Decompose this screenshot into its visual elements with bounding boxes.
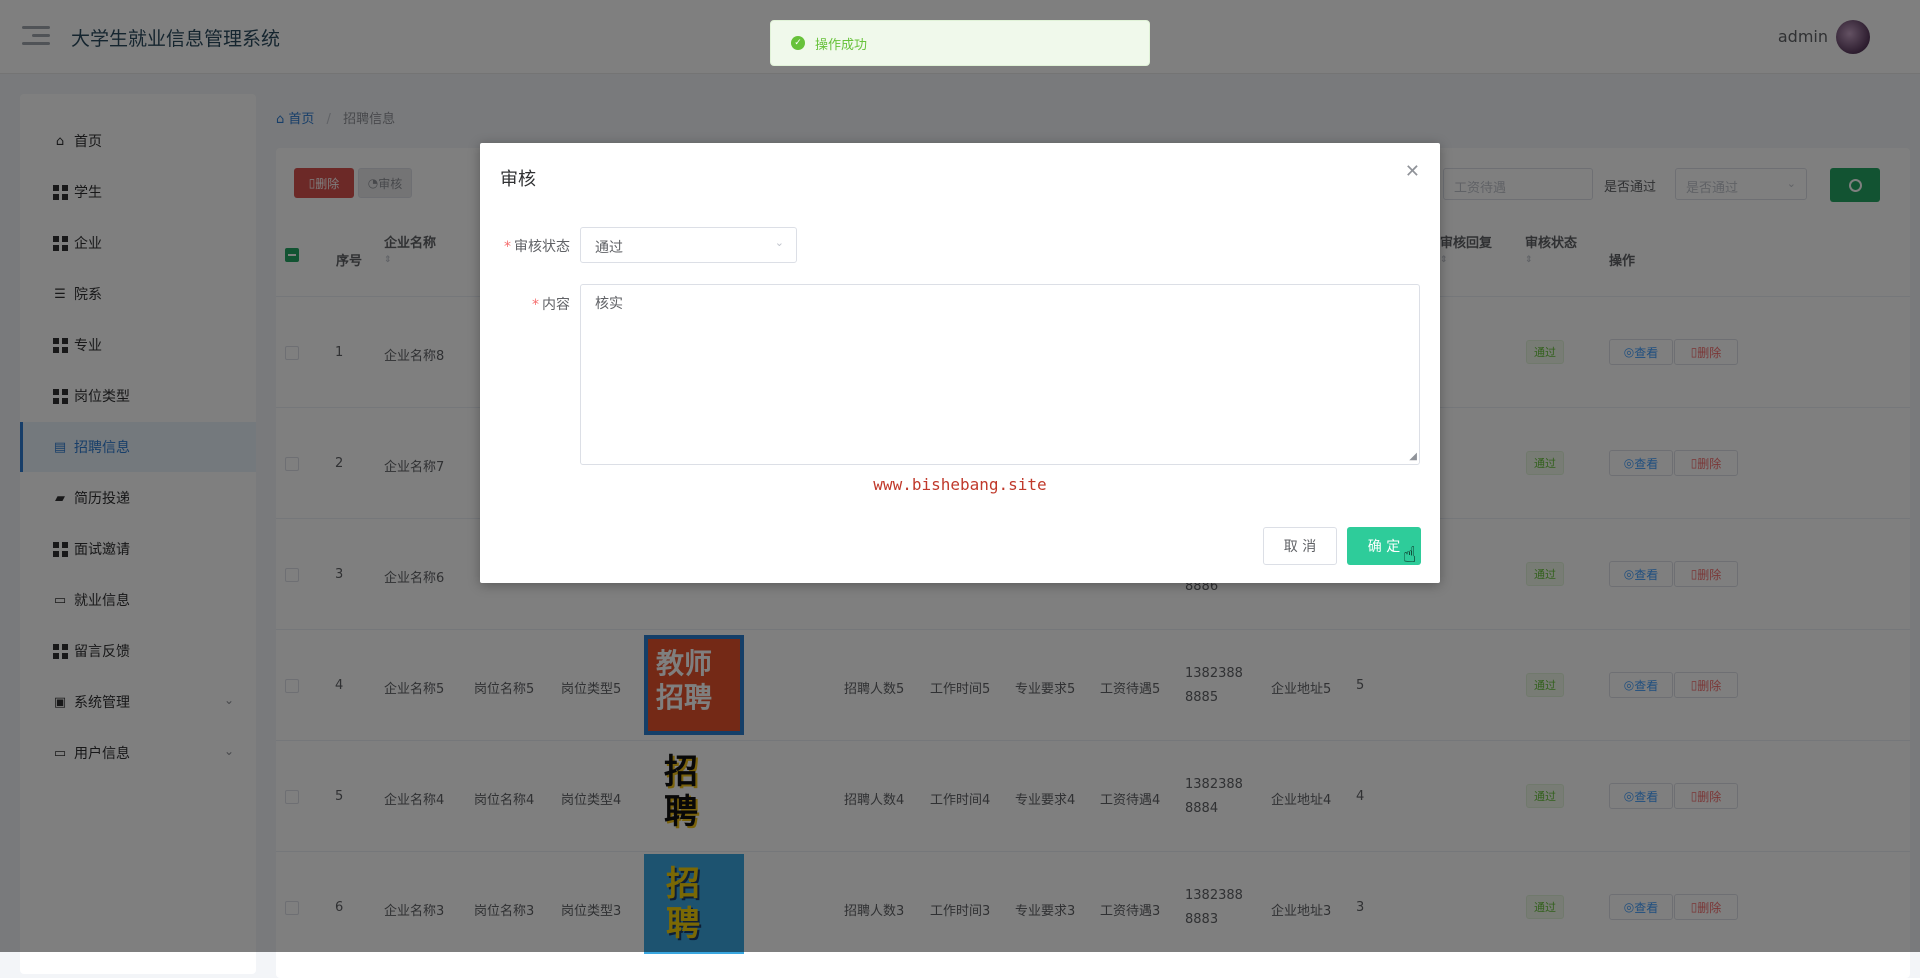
chevron-down-icon: ⌄ xyxy=(774,236,784,249)
cancel-button[interactable]: 取 消 xyxy=(1263,527,1337,565)
status-label: * 审核状态 xyxy=(504,239,570,255)
content-textarea[interactable]: 核实 ◢ xyxy=(580,284,1420,465)
content-label: * 内容 xyxy=(532,297,570,313)
audit-status-select[interactable]: 通过 ⌄ xyxy=(580,227,797,263)
dialog-title: 审核 xyxy=(500,169,536,190)
resize-handle-icon[interactable]: ◢ xyxy=(1409,451,1417,462)
success-toast: ✓ 操作成功 xyxy=(770,20,1150,66)
watermark-text: www.bishebang.site xyxy=(873,475,1047,494)
hand-cursor-icon: ☝ xyxy=(1403,543,1417,568)
check-circle-icon: ✓ xyxy=(791,36,805,50)
close-icon[interactable]: ✕ xyxy=(1405,161,1420,182)
audit-dialog: 审核 ✕ * 审核状态 通过 ⌄ * 内容 核实 ◢ www.bishebang.sit… xyxy=(480,143,1440,583)
